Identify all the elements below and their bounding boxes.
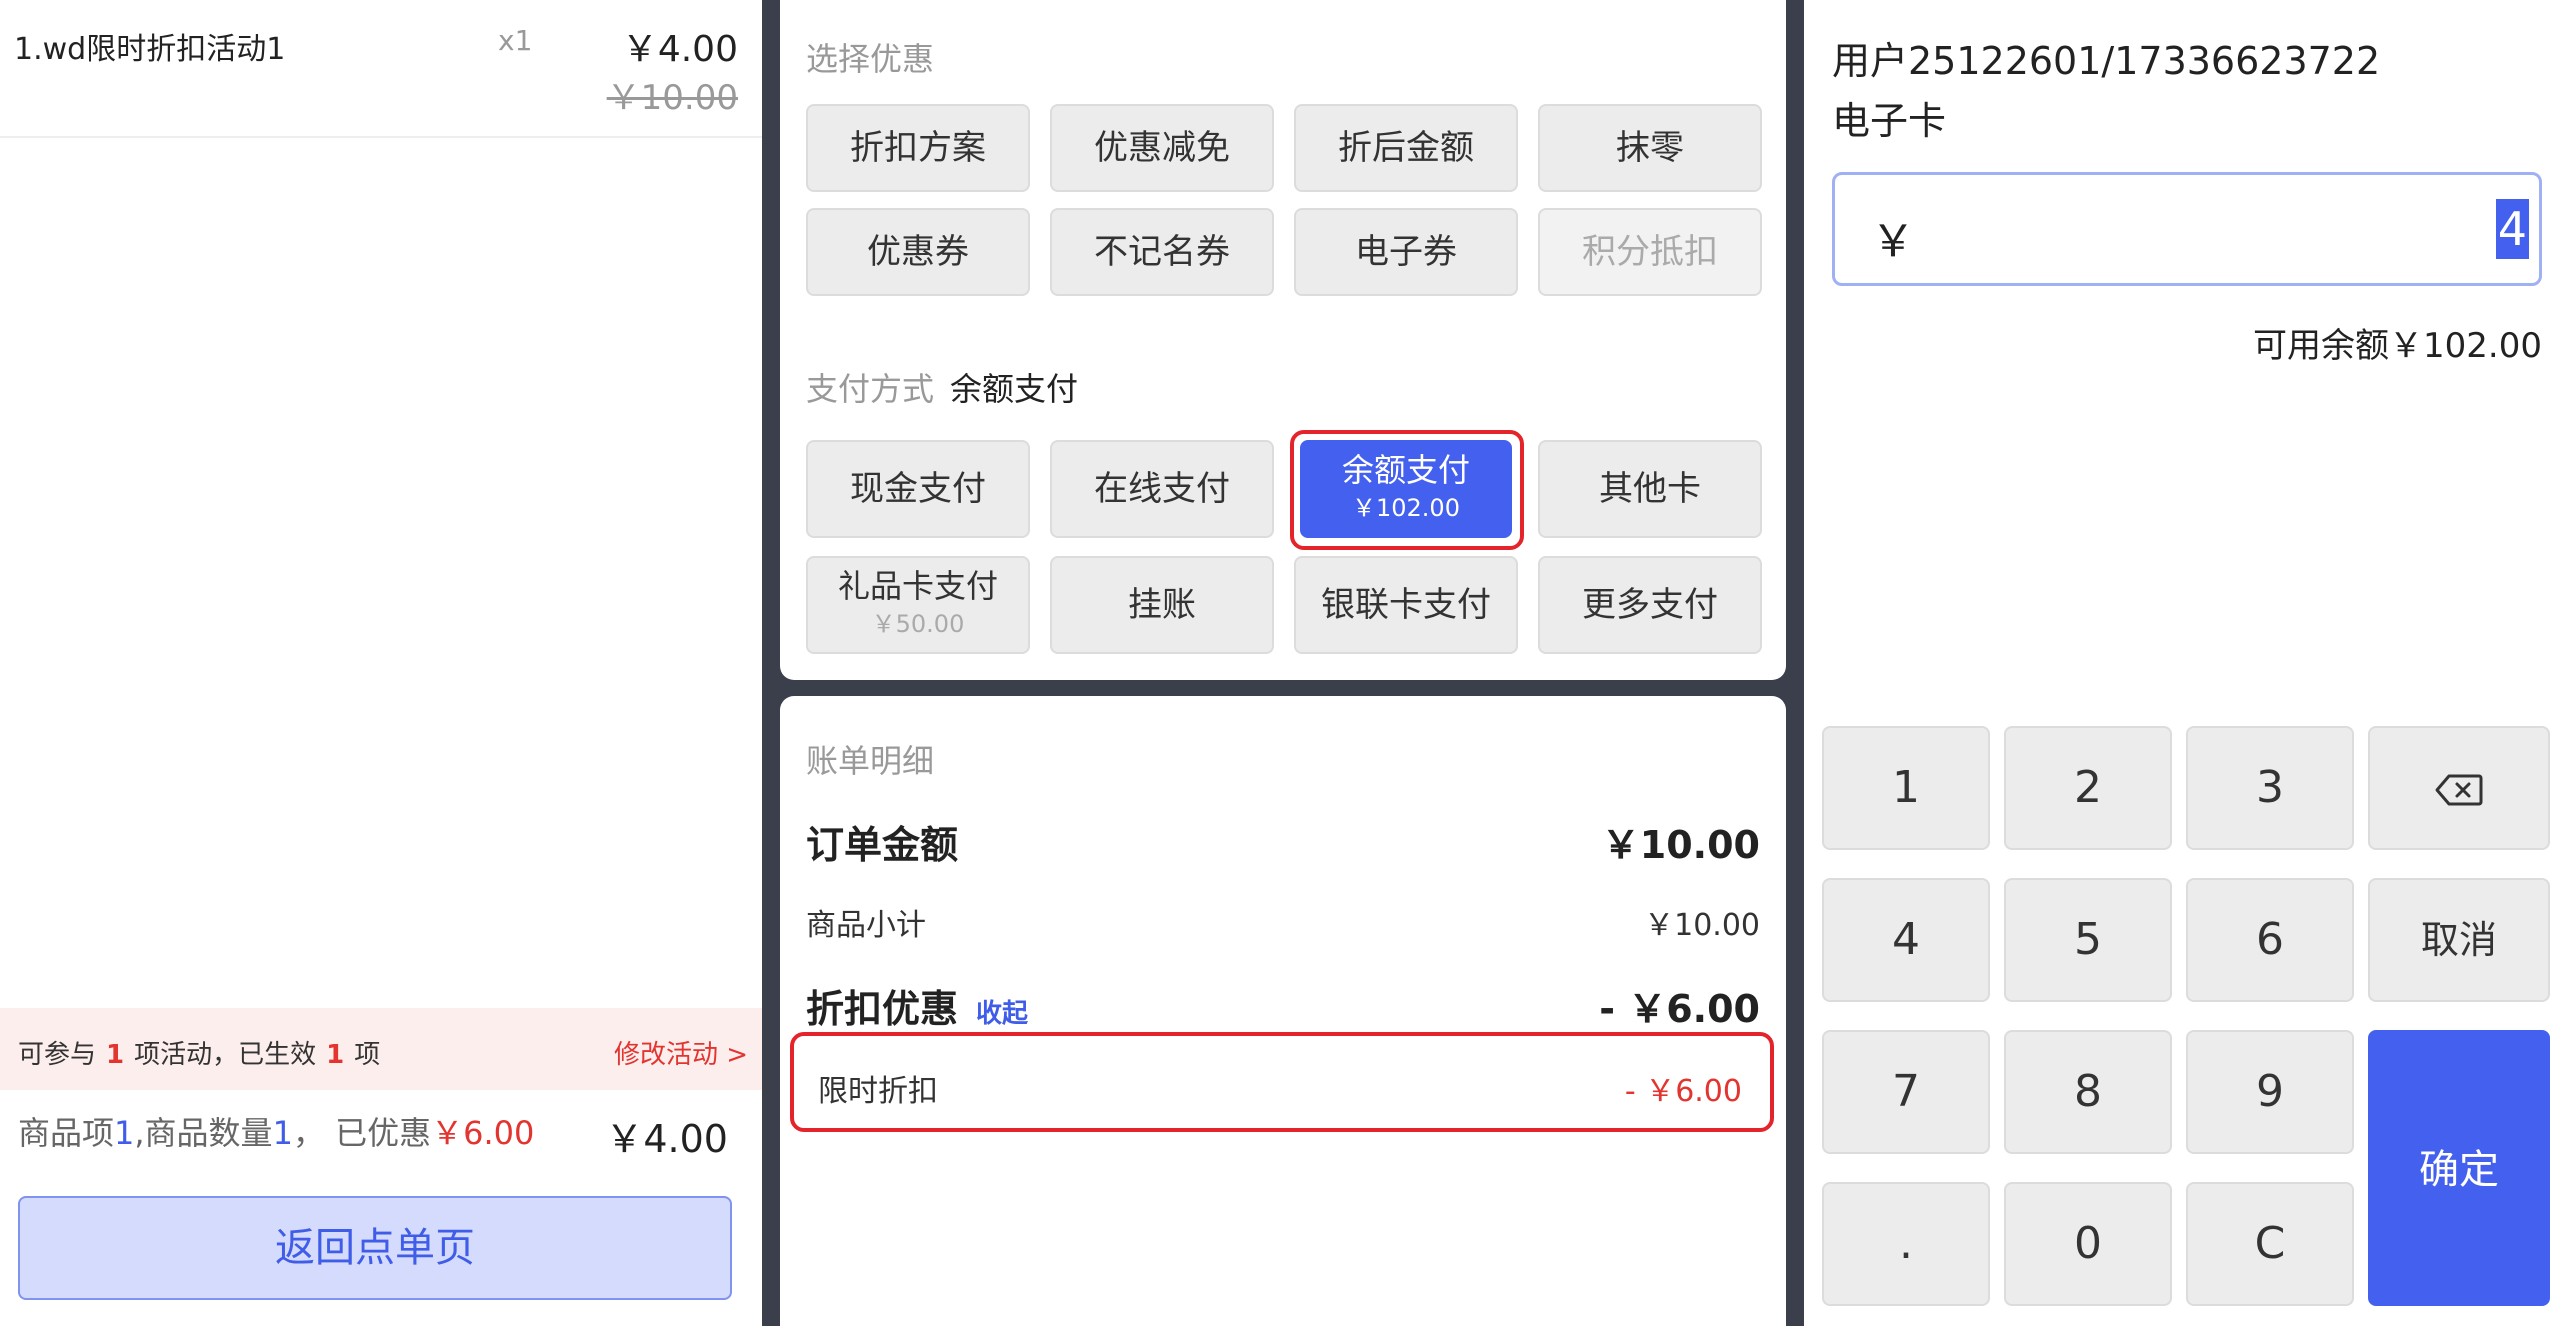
amount-value: 4	[2495, 199, 2529, 259]
bill-detail-title: 账单明细	[806, 742, 935, 780]
key-6[interactable]: 6	[2186, 878, 2354, 1002]
limited-discount-label: 限时折扣	[818, 1074, 938, 1109]
order-amount-value: ￥10.00	[1601, 823, 1760, 867]
activity-count: 1	[106, 1040, 125, 1070]
subtotal-row: 商品小计 ￥10.00	[806, 900, 1760, 950]
discount-plan-button[interactable]: 折扣方案	[806, 104, 1030, 192]
cancel-button[interactable]: 取消	[2368, 878, 2550, 1002]
more-payment-button[interactable]: 更多支付	[1538, 556, 1762, 654]
confirm-button[interactable]: 确定	[2368, 1030, 2550, 1306]
summary-discount: ￥6.00	[431, 1114, 535, 1152]
discount-total: - ￥6.00	[1599, 987, 1760, 1031]
key-dot[interactable]: .	[1822, 1182, 1990, 1306]
summary-item-label: 商品项	[18, 1114, 115, 1152]
bill-detail-card: 账单明细 订单金额 ￥10.00 商品小计 ￥10.00 折扣优惠 收起 - ￥6…	[780, 696, 1786, 1326]
other-card-button[interactable]: 其他卡	[1538, 440, 1762, 538]
discount-detail-row: 限时折扣 - ￥6.00	[818, 1066, 1742, 1116]
return-to-order-button[interactable]: 返回点单页	[18, 1196, 732, 1300]
key-2[interactable]: 2	[2004, 726, 2172, 850]
discount-payment-card: 选择优惠 折扣方案 优惠减免 折后金额 抹零 优惠券 不记名券 电子券 积分抵扣…	[780, 0, 1786, 680]
discount-reduction-button[interactable]: 优惠减免	[1050, 104, 1274, 192]
limited-discount-amount: - ￥6.00	[1624, 1074, 1742, 1109]
item-original-price: ￥10.00	[606, 78, 738, 118]
discount-section-title: 选择优惠	[806, 40, 935, 78]
summary-total: ￥4.00	[605, 1117, 728, 1161]
order-summary: 商品项1,商品数量1， 已优惠￥6.00 ￥4.00	[18, 1108, 748, 1161]
order-panel: 1.wd限时折扣活动1 x1 ￥4.00 ￥10.00 可参与 1 项活动，已生效 1…	[0, 0, 762, 1326]
bearer-coupon-button[interactable]: 不记名券	[1050, 208, 1274, 296]
e-coupon-button[interactable]: 电子券	[1294, 208, 1518, 296]
cash-payment-button[interactable]: 现金支付	[806, 440, 1030, 538]
gift-card-payment-button[interactable]: 礼品卡支付 ￥50.00	[806, 556, 1030, 654]
summary-discount-label: ， 已优惠	[292, 1114, 432, 1152]
backspace-button[interactable]	[2368, 726, 2550, 850]
item-name: 1.wd限时折扣活动1	[14, 32, 286, 67]
key-8[interactable]: 8	[2004, 1030, 2172, 1154]
discount-label: 折扣优惠	[806, 987, 959, 1031]
key-1[interactable]: 1	[1822, 726, 1990, 850]
balance-payment-highlight	[1290, 430, 1524, 550]
gift-card-amount: ￥50.00	[871, 610, 965, 638]
amount-input[interactable]: ￥ 4	[1832, 172, 2542, 286]
member-card-type: 电子卡	[1832, 99, 1947, 143]
discount-row: 折扣优惠 收起 - ￥6.00	[806, 978, 1760, 1031]
key-3[interactable]: 3	[2186, 726, 2354, 850]
payment-method-selected: 余额支付	[950, 370, 1079, 408]
coupon-button[interactable]: 优惠券	[806, 208, 1030, 296]
order-amount-label: 订单金额	[806, 823, 959, 867]
payment-method-title: 支付方式 余额支付	[806, 364, 1078, 410]
round-off-button[interactable]: 抹零	[1538, 104, 1762, 192]
modify-activity-link[interactable]: 修改活动 >	[614, 1034, 748, 1071]
collapse-link[interactable]: 收起	[976, 999, 1028, 1029]
activity-effective-count: 1	[326, 1040, 345, 1070]
credit-account-button[interactable]: 挂账	[1050, 556, 1274, 654]
summary-quantity: 1	[272, 1114, 293, 1152]
order-amount-row: 订单金额 ￥10.00	[806, 814, 1760, 867]
gift-card-label: 礼品卡支付	[837, 567, 998, 605]
subtotal-label: 商品小计	[806, 908, 926, 943]
available-balance: 可用余额￥102.00	[2253, 326, 2542, 366]
activity-prefix: 可参与	[18, 1040, 97, 1070]
clear-button[interactable]: C	[2186, 1182, 2354, 1306]
order-item-row[interactable]: 1.wd限时折扣活动1 x1 ￥4.00 ￥10.00	[0, 0, 762, 138]
discount-heading: 折扣优惠 收起	[806, 978, 1028, 1033]
item-quantity: x1	[498, 24, 533, 57]
summary-quantity-label: ,商品数量	[134, 1114, 273, 1152]
activity-bar: 可参与 1 项活动，已生效 1 项 修改活动 >	[0, 1008, 762, 1090]
discounted-amount-button[interactable]: 折后金额	[1294, 104, 1518, 192]
currency-symbol: ￥	[1871, 216, 1915, 267]
online-payment-button[interactable]: 在线支付	[1050, 440, 1274, 538]
summary-item-count: 1	[114, 1114, 135, 1152]
unionpay-button[interactable]: 银联卡支付	[1294, 556, 1518, 654]
payment-input-panel: 用户25122601/17336623722 电子卡 ￥ 4 可用余额￥102.…	[1804, 0, 2566, 1326]
payment-method-label: 支付方式	[806, 370, 935, 408]
key-0[interactable]: 0	[2004, 1182, 2172, 1306]
item-price: ￥4.00	[621, 29, 738, 70]
activity-info: 可参与 1 项活动，已生效 1 项	[18, 1034, 380, 1071]
member-user-info: 用户25122601/17336623722	[1832, 39, 2381, 83]
key-4[interactable]: 4	[1822, 878, 1990, 1002]
activity-middle: 项活动，已生效	[134, 1040, 317, 1070]
key-7[interactable]: 7	[1822, 1030, 1990, 1154]
points-deduction-button[interactable]: 积分抵扣	[1538, 208, 1762, 296]
activity-suffix: 项	[354, 1040, 381, 1070]
subtotal-value: ￥10.00	[1644, 908, 1760, 943]
key-9[interactable]: 9	[2186, 1030, 2354, 1154]
key-5[interactable]: 5	[2004, 878, 2172, 1002]
backspace-icon	[2435, 774, 2483, 806]
